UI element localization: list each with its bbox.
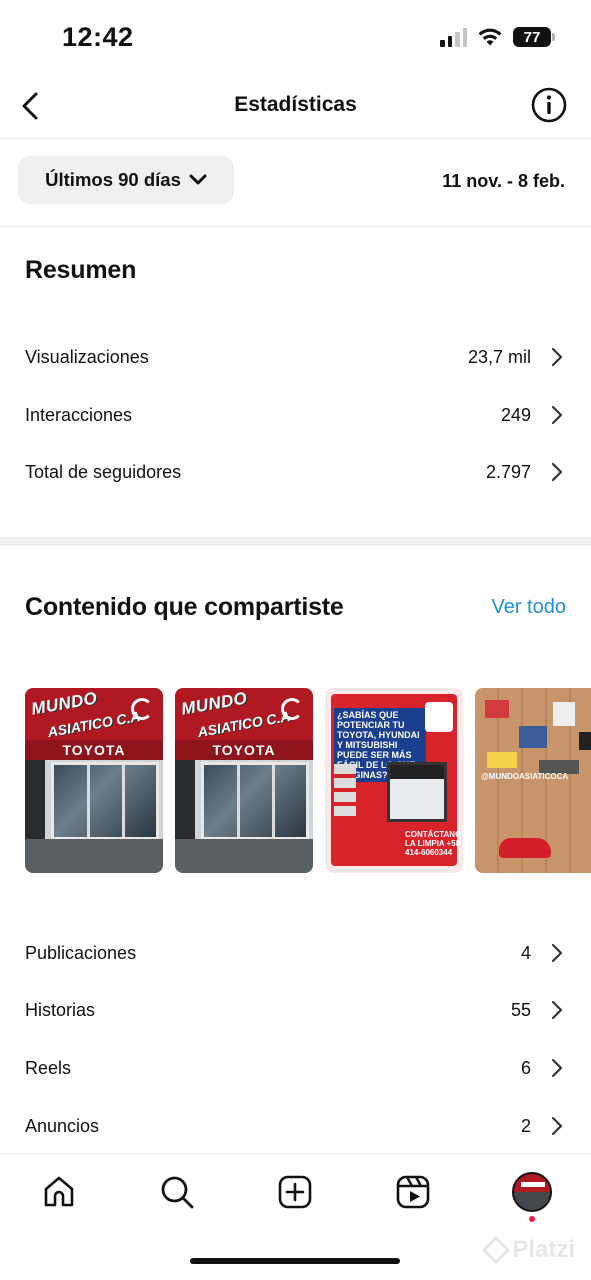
platzi-logo-icon bbox=[482, 1235, 511, 1265]
home-icon bbox=[44, 1176, 74, 1207]
nav-search[interactable] bbox=[157, 1172, 197, 1212]
content-row-reels[interactable]: Reels 6 bbox=[0, 1043, 591, 1093]
page-title: Estadísticas bbox=[234, 93, 357, 116]
metric-value: 2.797 bbox=[485, 461, 531, 482]
content-value: 2 bbox=[520, 1115, 531, 1136]
info-icon bbox=[531, 87, 567, 123]
content-label: Anuncios bbox=[25, 1115, 100, 1136]
content-label: Reels bbox=[25, 1057, 72, 1078]
profile-avatar bbox=[512, 1172, 552, 1212]
header: Estadísticas bbox=[0, 76, 591, 136]
content-value: 6 bbox=[520, 1057, 531, 1078]
content-value: 55 bbox=[510, 999, 531, 1020]
filter-divider bbox=[0, 226, 591, 227]
content-thumbnail[interactable]: ¿SABÍAS QUE POTENCIAR TU TOYOTA, HYUNDAI… bbox=[325, 688, 463, 873]
chevron-right-icon bbox=[551, 943, 563, 963]
summary-title: Resumen bbox=[25, 256, 137, 284]
chevron-right-icon bbox=[551, 1000, 563, 1020]
period-filter-button[interactable]: Últimos 90 días bbox=[18, 156, 234, 204]
chevron-right-icon bbox=[551, 347, 563, 367]
period-filter-label: Últimos 90 días bbox=[45, 169, 181, 190]
chevron-right-icon bbox=[551, 462, 563, 482]
chevron-right-icon bbox=[551, 405, 563, 425]
bottom-nav bbox=[0, 1153, 591, 1233]
status-bar: 12:42 77 bbox=[0, 0, 591, 76]
watermark: Platzi bbox=[482, 1235, 575, 1265]
brand-logo bbox=[425, 702, 453, 732]
content-row-ads[interactable]: Anuncios 2 bbox=[0, 1101, 591, 1151]
metric-label: Visualizaciones bbox=[25, 346, 149, 367]
section-separator bbox=[0, 537, 591, 546]
content-thumbnail[interactable]: MUNDO ASIATICO C.A TOYOTA bbox=[175, 688, 313, 873]
cellular-signal-icon bbox=[440, 27, 467, 47]
chevron-right-icon bbox=[551, 1116, 563, 1136]
nav-create[interactable] bbox=[275, 1172, 315, 1212]
header-divider bbox=[0, 138, 591, 139]
watermark-text: Platzi bbox=[512, 1236, 575, 1263]
nav-profile[interactable] bbox=[512, 1172, 552, 1212]
date-range: 11 nov. - 8 feb. bbox=[442, 171, 565, 191]
battery-icon: 77 bbox=[513, 27, 555, 47]
thumbnail-contact: CONTÁCTANOS LA LIMPIA +58 414-6060344 bbox=[405, 830, 463, 857]
chevron-down-icon bbox=[189, 174, 207, 185]
metric-row-interactions[interactable]: Interacciones 249 bbox=[0, 390, 591, 440]
carousel-icon bbox=[281, 698, 303, 720]
search-icon bbox=[161, 1176, 194, 1209]
wifi-icon bbox=[478, 28, 502, 46]
carousel-icon bbox=[131, 698, 153, 720]
thumbnail-band-text: TOYOTA bbox=[25, 740, 163, 760]
metric-row-views[interactable]: Visualizaciones 23,7 mil bbox=[0, 332, 591, 382]
nav-home[interactable] bbox=[39, 1172, 79, 1212]
see-all-link[interactable]: Ver todo bbox=[491, 596, 566, 619]
content-value: 4 bbox=[520, 942, 531, 963]
metric-label: Interacciones bbox=[25, 404, 133, 425]
content-label: Historias bbox=[25, 999, 96, 1020]
content-label: Publicaciones bbox=[25, 942, 137, 963]
content-thumbnail[interactable]: MUNDO ASIATICO C.A TOYOTA bbox=[25, 688, 163, 873]
content-thumbnails: MUNDO ASIATICO C.A TOYOTA MUNDO ASIATICO… bbox=[25, 688, 591, 873]
status-icons: 77 bbox=[440, 27, 555, 47]
thumbnail-band-text: TOYOTA bbox=[175, 740, 313, 760]
metric-row-followers[interactable]: Total de seguidores 2.797 bbox=[0, 447, 591, 497]
content-thumbnail[interactable]: @MUNDOASIATICOCA bbox=[475, 688, 591, 873]
notification-dot bbox=[529, 1216, 535, 1222]
thumbnail-tag: @MUNDOASIATICOCA bbox=[481, 772, 569, 781]
home-indicator[interactable] bbox=[190, 1258, 400, 1264]
status-time: 12:42 bbox=[62, 22, 134, 52]
content-row-stories[interactable]: Historias 55 bbox=[0, 985, 591, 1035]
metric-label: Total de seguidores bbox=[25, 461, 182, 482]
info-button[interactable] bbox=[531, 87, 567, 123]
content-row-posts[interactable]: Publicaciones 4 bbox=[0, 928, 591, 978]
content-title: Contenido que compartiste bbox=[25, 593, 344, 621]
create-icon bbox=[278, 1175, 312, 1209]
metric-value: 249 bbox=[500, 404, 531, 425]
chevron-right-icon bbox=[551, 1058, 563, 1078]
nav-reels[interactable] bbox=[393, 1172, 433, 1212]
metric-value: 23,7 mil bbox=[467, 346, 531, 367]
reels-icon bbox=[396, 1175, 430, 1209]
